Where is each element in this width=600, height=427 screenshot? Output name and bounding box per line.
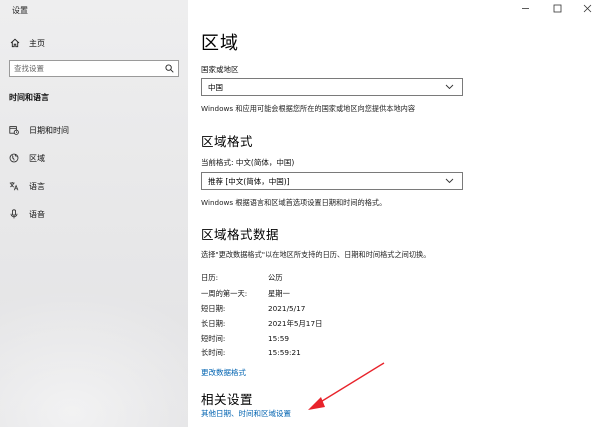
format-row-first-day: 一周的第一天: 星期一: [201, 289, 290, 299]
section-title: 时间和语言: [9, 93, 49, 102]
sidebar-item-label: 区域: [29, 153, 45, 163]
sidebar-item-language[interactable]: 语言: [9, 179, 45, 193]
app-title: 设置: [12, 6, 28, 15]
search-input[interactable]: [14, 64, 165, 73]
regional-format-heading: 区域格式: [201, 134, 254, 149]
change-data-format-link[interactable]: 更改数据格式: [201, 367, 246, 378]
globe-icon: [9, 153, 19, 163]
chevron-down-icon: [445, 178, 454, 184]
format-value: 2021/5/17: [268, 304, 306, 313]
format-data-description: 选择"更改数据格式"以在地区所支持的日历、日期和时间格式之间切换。: [201, 250, 431, 259]
country-description: Windows 和应用可能会根据您所在的国家或地区向您提供本地内容: [201, 104, 416, 113]
page-title: 区域: [201, 33, 239, 54]
format-value: 公历: [268, 273, 283, 282]
language-icon: [9, 182, 19, 191]
sidebar-item-date-time[interactable]: 日期和时间: [9, 123, 69, 137]
format-key: 一周的第一天:: [201, 289, 248, 298]
search-icon[interactable]: [165, 64, 174, 73]
format-row-calendar: 日历: 公历: [201, 273, 283, 283]
sidebar: 设置 主页 时间和语言 日期和时间 区域: [0, 0, 188, 427]
sidebar-item-home[interactable]: 主页: [10, 36, 45, 50]
chevron-down-icon: [445, 84, 454, 90]
format-value: 15:59:21: [268, 348, 301, 357]
home-icon: [10, 38, 20, 48]
country-value: 中国: [208, 82, 223, 92]
regional-format-value: 推荐 [中文(简体，中国)]: [208, 176, 290, 186]
format-key: 长时间:: [201, 348, 226, 357]
regional-format-description: Windows 根据语言和区域首选项设置日期和时间的格式。: [201, 198, 387, 207]
sidebar-item-speech[interactable]: 语音: [9, 207, 45, 221]
sidebar-item-region[interactable]: 区域: [9, 151, 45, 165]
sidebar-item-label: 日期和时间: [29, 125, 69, 135]
country-label: 国家或地区: [201, 65, 239, 74]
additional-date-time-region-link[interactable]: 其他日期、时间和区域设置: [201, 408, 291, 419]
country-dropdown[interactable]: 中国: [201, 78, 463, 96]
annotation-arrow: [308, 362, 385, 410]
format-value: 星期一: [268, 289, 290, 298]
format-value: 15:59: [268, 334, 290, 343]
related-settings-heading: 相关设置: [201, 392, 254, 407]
format-key: 长日期:: [201, 319, 226, 328]
microphone-icon: [10, 209, 18, 219]
format-key: 短时间:: [201, 334, 226, 343]
sidebar-item-label: 语音: [29, 209, 45, 219]
format-key: 短日期:: [201, 304, 226, 313]
format-key: 日历:: [201, 273, 219, 282]
format-row-long-date: 长日期: 2021年5月17日: [201, 319, 322, 329]
main-content: 区域 国家或地区 中国 Windows 和应用可能会根据您所在的国家或地区向您提…: [188, 0, 600, 427]
format-row-short-time: 短时间: 15:59: [201, 334, 289, 344]
regional-format-dropdown[interactable]: 推荐 [中文(简体，中国)]: [201, 172, 463, 190]
format-value: 2021年5月17日: [268, 319, 323, 328]
format-data-heading: 区域格式数据: [201, 227, 280, 242]
search-box[interactable]: [9, 60, 179, 77]
format-row-long-time: 长时间: 15:59:21: [201, 348, 301, 358]
current-format-label: 当前格式: 中文(简体，中国): [201, 158, 295, 167]
sidebar-item-label: 主页: [29, 38, 45, 48]
calendar-clock-icon: [9, 126, 19, 135]
format-row-short-date: 短日期: 2021/5/17: [201, 304, 305, 314]
sidebar-item-label: 语言: [29, 181, 45, 191]
